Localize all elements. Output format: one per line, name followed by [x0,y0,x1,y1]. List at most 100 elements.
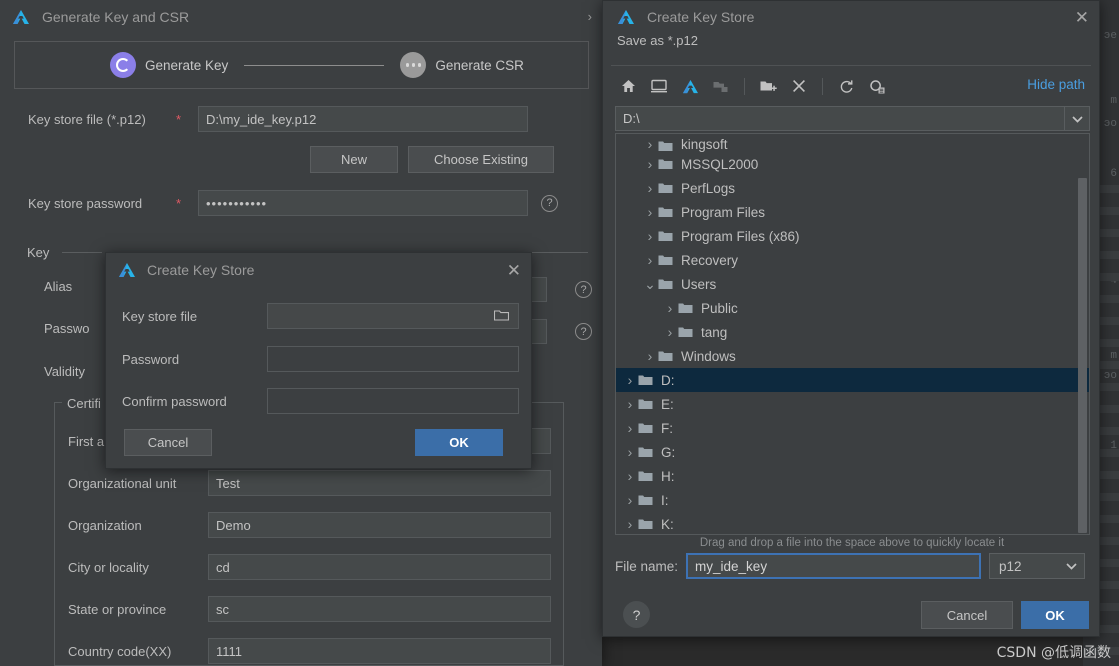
project-logo-icon[interactable] [679,75,701,97]
file-ok-button[interactable]: OK [1021,601,1089,629]
inner-key-store-file-input[interactable] [267,303,519,329]
tree-row[interactable]: › Program Files (x86) [616,224,1089,248]
tree-row[interactable]: › PerfLogs [616,176,1089,200]
delete-icon[interactable] [788,75,810,97]
tree-row[interactable]: › I: [616,488,1089,512]
tree-row[interactable]: › Recovery [616,248,1089,272]
tree-row-label: K: [661,516,674,532]
new-folder-icon[interactable] [757,75,779,97]
inner-confirm-password-label: Confirm password [122,393,227,409]
home-icon[interactable] [617,75,639,97]
chevron-right-icon[interactable]: › [622,516,638,532]
key-store-file-row: Key store file (*.p12) * D:\my_ide_key.p… [28,106,588,132]
chevron-right-icon[interactable]: › [622,396,638,412]
tree-row[interactable]: › kingsoft [616,134,1089,152]
close-icon[interactable]: ✕ [1075,9,1089,26]
drag-drop-hint: Drag and drop a file into the space abov… [699,537,1005,549]
hide-path-link[interactable]: Hide path [1027,77,1085,92]
create-key-store-titlebar: Create Key Store ✕ [106,253,531,287]
key-store-file-buttons: New Choose Existing [310,146,554,173]
tree-row[interactable]: › K: [616,512,1089,534]
chevron-right-icon[interactable]: › [622,372,638,388]
chevron-right-icon[interactable]: › [642,156,658,172]
inner-cancel-button[interactable]: Cancel [124,429,212,456]
certificate-field-input[interactable]: 1111 [208,638,551,664]
progress-ring-icon [110,52,136,78]
wizard-stepper: Generate Key Generate CSR [14,41,589,89]
file-chooser-dialog: Create Key Store ✕ Save as *.p12 Hide pa… [602,0,1100,637]
path-combobox[interactable]: D:\ [615,106,1090,131]
certificate-field-row: City or locality cd [68,554,551,580]
step-generate-csr[interactable]: Generate CSR [400,52,524,78]
folder-icon [638,494,655,506]
tree-row-label: tang [701,324,728,340]
chevron-right-icon[interactable]: › [642,180,658,196]
directory-tree[interactable]: › kingsoft › MSSQL2000 › PerfLogs › Program Fil… [615,133,1090,535]
tree-row[interactable]: › Program Files [616,200,1089,224]
chevron-right-icon[interactable]: › [642,252,658,268]
folder-browse-icon[interactable] [493,309,510,324]
chevron-right-icon[interactable]: › [588,9,592,24]
step-generate-key[interactable]: Generate Key [110,52,228,78]
chevron-right-icon[interactable]: › [622,492,638,508]
choose-existing-button[interactable]: Choose Existing [408,146,554,173]
tree-row[interactable]: › G: [616,440,1089,464]
tree-row-label: D: [661,372,675,388]
tree-row[interactable]: › tang [616,320,1089,344]
tree-row-selected[interactable]: › D: [616,368,1089,392]
csdn-watermark: CSDN @低调函数 [996,645,1111,661]
chevron-right-icon[interactable]: › [662,324,678,340]
certificate-field-row: Organizational unit Test [68,470,551,496]
key-store-password-input[interactable]: ••••••••••• [198,190,528,216]
chevron-right-icon[interactable]: › [662,300,678,316]
chevron-right-icon[interactable]: › [642,228,658,244]
close-icon[interactable]: ✕ [507,262,521,279]
chevron-right-icon[interactable]: › [622,420,638,436]
show-hidden-icon[interactable] [866,75,888,97]
folder-icon [658,254,675,266]
ellipsis-icon [400,52,427,78]
chevron-right-icon[interactable]: › [642,136,658,152]
desktop-icon[interactable] [648,75,670,97]
extension-select[interactable]: p12 [989,553,1086,579]
tree-row[interactable]: › MSSQL2000 [616,152,1089,176]
chevron-right-icon[interactable]: › [642,204,658,220]
chevron-down-icon[interactable] [1064,107,1089,130]
tree-row[interactable]: › Windows [616,344,1089,368]
help-button[interactable]: ? [623,601,650,628]
chevron-right-icon[interactable]: › [622,444,638,460]
certificate-field-input[interactable]: Demo [208,512,551,538]
inner-password-input[interactable] [267,346,519,372]
certificate-field-input[interactable]: cd [208,554,551,580]
tree-row[interactable]: › E: [616,392,1089,416]
background-code-line: эо [1103,370,1117,382]
file-cancel-button[interactable]: Cancel [921,601,1013,629]
certificate-field-input[interactable]: sc [208,596,551,622]
question-mark-icon[interactable]: ? [541,194,558,212]
chevron-down-icon[interactable] [1058,554,1084,578]
inner-confirm-password-input[interactable] [267,388,519,414]
file-name-input[interactable]: my_ide_key [686,553,982,579]
chevron-right-icon[interactable]: › [642,348,658,364]
key-password-help-icon[interactable]: ? [575,323,592,340]
tree-row[interactable]: › H: [616,464,1089,488]
refresh-icon[interactable] [835,75,857,97]
certificate-field-input[interactable]: Test [208,470,551,496]
tree-row[interactable]: › F: [616,416,1089,440]
tree-row-label: Program Files (x86) [681,228,800,244]
inner-ok-button[interactable]: OK [415,429,503,456]
tree-row[interactable]: › Public [616,296,1089,320]
tree-row[interactable]: ⌄ Users [616,272,1089,296]
tree-row-label: H: [661,468,675,484]
save-as-subtitle: Save as *.p12 [617,33,698,48]
key-store-password-label: Key store password [28,195,143,211]
new-button[interactable]: New [310,146,398,173]
key-store-file-input[interactable]: D:\my_ide_key.p12 [198,106,528,132]
alias-help-icon[interactable]: ? [575,281,592,298]
tree-row-label: F: [661,420,673,436]
certificate-group-legend: Certifi [62,396,106,411]
tree-scrollbar[interactable] [1078,178,1087,533]
chevron-down-icon[interactable]: ⌄ [642,277,658,291]
chevron-right-icon[interactable]: › [622,468,638,484]
tree-row-label: MSSQL2000 [681,156,759,172]
